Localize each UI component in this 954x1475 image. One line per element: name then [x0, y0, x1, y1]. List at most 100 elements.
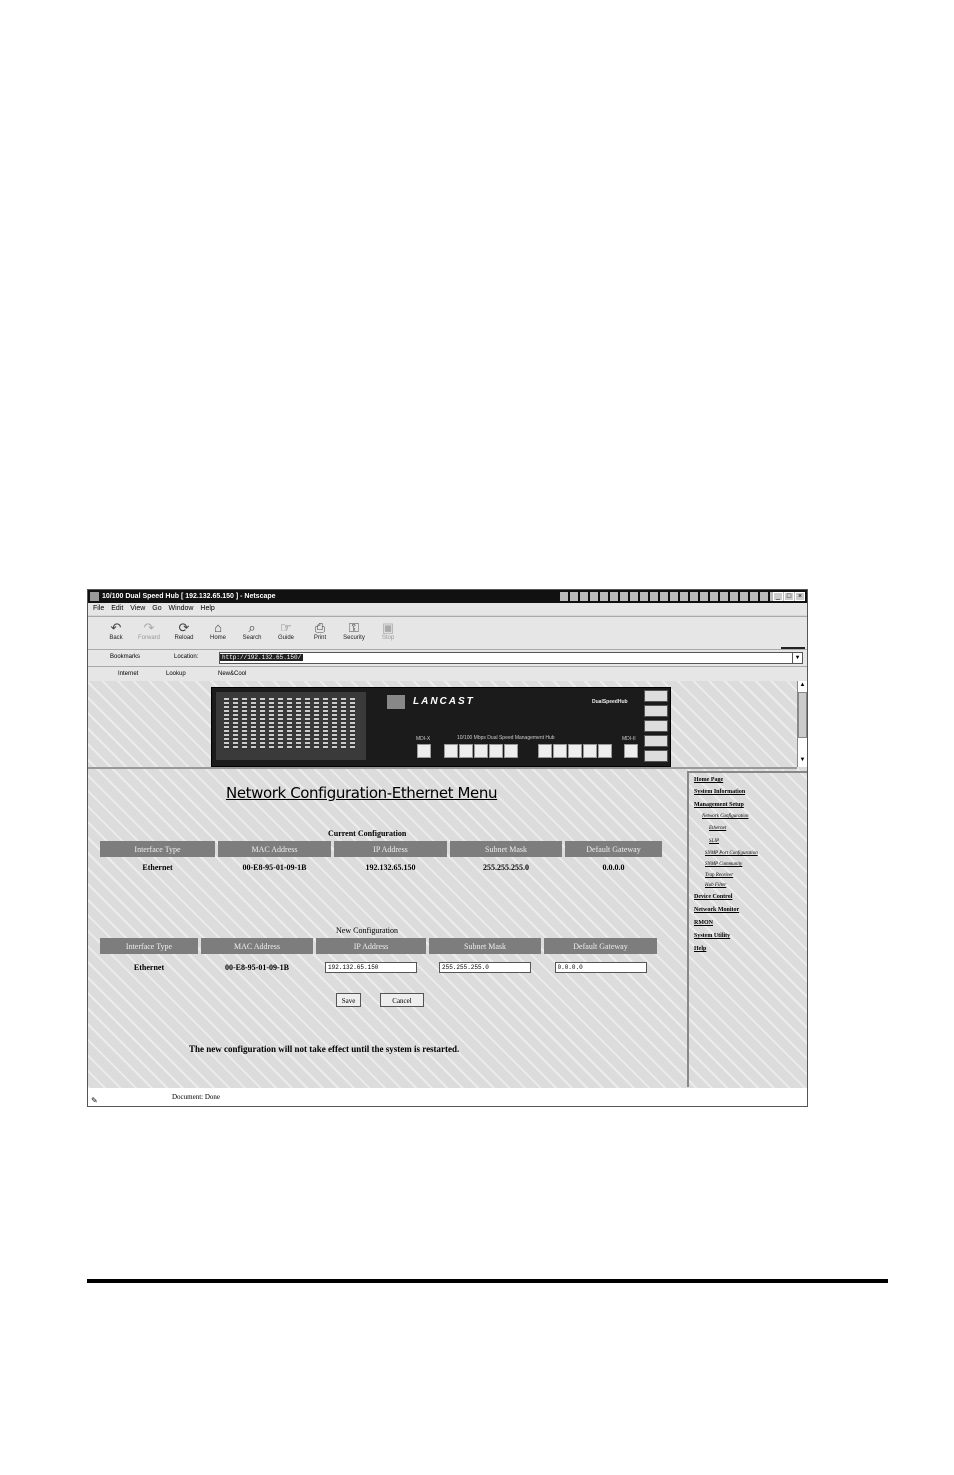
side-port-button[interactable]	[644, 735, 668, 747]
security-button[interactable]: ⚿ Security	[339, 620, 369, 641]
sidebar-menu: Home Page System Information Management …	[687, 771, 807, 1087]
directory-newcool[interactable]: New&Cool	[218, 667, 246, 681]
sidebar-item-system-utility[interactable]: System Utility	[694, 933, 730, 939]
page-rule	[87, 1279, 888, 1283]
forward-button[interactable]: ↷ Forward	[134, 620, 164, 641]
sidebar-sub-slip[interactable]: SLIP	[709, 839, 719, 844]
port	[459, 744, 473, 758]
device-banner-frame: LANCAST DualSpeedHub 10/100 Mbps Dual Sp…	[88, 681, 797, 769]
hub-front-panel-image: LANCAST DualSpeedHub 10/100 Mbps Dual Sp…	[211, 687, 671, 767]
sidebar-item-rmon[interactable]: RMON	[694, 920, 713, 926]
port-label-mdix: MDI-X	[416, 736, 431, 742]
status-text: Document: Done	[172, 1093, 221, 1101]
bookmarks-button[interactable]: Bookmarks	[110, 654, 140, 660]
sidebar-item-management-setup[interactable]: Management Setup	[694, 802, 744, 808]
sidebar-item-device-control[interactable]: Device Control	[694, 894, 732, 900]
menu-file[interactable]: File	[93, 605, 104, 612]
header-mac-address: MAC Address	[201, 938, 313, 954]
scroll-thumb[interactable]	[798, 692, 807, 738]
header-interface-type: Interface Type	[100, 938, 198, 954]
chevron-down-icon[interactable]: ▼	[792, 653, 802, 663]
minimize-button[interactable]: _	[773, 592, 783, 601]
status-bar: ✎ Document: Done	[88, 1088, 807, 1106]
close-button[interactable]: ×	[795, 592, 805, 601]
back-button[interactable]: ↶ Back	[101, 620, 131, 641]
menu-edit[interactable]: Edit	[111, 605, 123, 612]
table-header-row: Interface Type MAC Address IP Address Su…	[100, 841, 662, 857]
port-label-mdiii: MDI-II	[622, 736, 636, 742]
sidebar-sub-hub-filter[interactable]: Hub Filter	[705, 883, 726, 888]
port	[583, 744, 597, 758]
menu-window[interactable]: Window	[169, 605, 194, 612]
default-gateway-field[interactable]	[554, 961, 647, 973]
side-port-button[interactable]	[644, 705, 668, 717]
home-icon: ⌂	[214, 620, 222, 635]
header-default-gateway: Default Gateway	[544, 938, 657, 954]
port	[474, 744, 488, 758]
scroll-up-arrow[interactable]: ▲	[798, 681, 807, 690]
print-button[interactable]: ⎙ Print	[305, 620, 335, 641]
home-button[interactable]: ⌂ Home	[203, 620, 233, 641]
page-content: LANCAST DualSpeedHub 10/100 Mbps Dual Sp…	[88, 681, 807, 1088]
table-header-row: Interface Type MAC Address IP Address Su…	[100, 938, 657, 954]
current-mac-address: 00-E8-95-01-09-1B	[242, 862, 307, 872]
side-port-button[interactable]	[644, 750, 668, 762]
side-port-button[interactable]	[644, 690, 668, 702]
title-bar: 10/100 Dual Speed Hub [ 192.132.65.150 ]…	[88, 590, 807, 603]
brand-name: LANCAST	[413, 696, 475, 707]
subnet-mask-field[interactable]	[439, 961, 531, 973]
forward-icon: ↷	[143, 620, 155, 635]
sidebar-item-system-information[interactable]: System Information	[694, 789, 745, 795]
current-config-table: Interface Type MAC Address IP Address Su…	[97, 838, 665, 877]
stop-button[interactable]: ▣ Stop	[373, 620, 403, 641]
guide-icon: ☞	[280, 620, 292, 635]
port	[489, 744, 503, 758]
sidebar-sub-trap-receiver[interactable]: Trap Receiver	[705, 873, 733, 878]
new-config-table: Interface Type MAC Address IP Address Su…	[97, 935, 660, 980]
location-url: http://192.132.65.150/	[220, 654, 304, 661]
sidebar-item-help[interactable]: Help	[694, 946, 706, 952]
current-subnet-mask: 255.255.255.0	[483, 862, 529, 872]
search-icon: ⌕	[248, 620, 256, 635]
uplink-port-left	[417, 744, 431, 758]
side-port-button[interactable]	[644, 720, 668, 732]
save-button[interactable]: Save	[336, 993, 361, 1007]
sidebar-item-network-monitor[interactable]: Network Monitor	[694, 907, 739, 913]
new-config-caption: New Configuration	[336, 926, 398, 935]
menu-view[interactable]: View	[130, 605, 145, 612]
sidebar-sub-snmp-port-configuration[interactable]: SNMP Port Configuration	[705, 851, 758, 856]
ip-address-field[interactable]	[325, 961, 417, 973]
header-ip-address: IP Address	[316, 938, 426, 954]
menu-go[interactable]: Go	[152, 605, 161, 612]
reload-button[interactable]: ⟳ Reload	[169, 620, 199, 641]
header-default-gateway: Default Gateway	[565, 841, 662, 857]
menu-help[interactable]: Help	[200, 605, 214, 612]
location-label: Location:	[174, 654, 199, 660]
sidebar-sub-snmp-community[interactable]: SNMP Community	[705, 862, 742, 867]
directory-lookup[interactable]: Lookup	[166, 667, 186, 681]
location-input[interactable]: http://192.132.65.150/ ▼	[219, 652, 803, 664]
new-interface-type: Ethernet	[133, 962, 165, 972]
scroll-down-arrow[interactable]: ▼	[798, 756, 807, 765]
header-ip-address: IP Address	[334, 841, 447, 857]
header-subnet-mask: Subnet Mask	[429, 938, 541, 954]
menu-bar: File Edit View Go Window Help	[88, 603, 807, 615]
sidebar-sub-network-configuration[interactable]: Network Configuration	[702, 814, 749, 819]
security-icon: ⚿	[349, 620, 359, 635]
page-title: Network Configuration-Ethernet Menu	[226, 784, 498, 802]
sidebar-sub-ethernet[interactable]: Ethernet	[709, 826, 726, 831]
header-subnet-mask: Subnet Mask	[450, 841, 562, 857]
new-mac-address: 00-E8-95-01-09-1B	[225, 962, 289, 972]
browser-screenshot: 10/100 Dual Speed Hub [ 192.132.65.150 ]…	[87, 589, 808, 1107]
search-button[interactable]: ⌕ Search	[237, 620, 267, 641]
stop-icon: ▣	[381, 620, 395, 635]
banner-scrollbar[interactable]: ▲ ▼	[797, 681, 807, 767]
maximize-button[interactable]: □	[784, 592, 794, 601]
guide-button[interactable]: ☞ Guide	[271, 620, 301, 641]
directory-internet[interactable]: Internet	[118, 667, 138, 681]
port	[444, 744, 458, 758]
directory-bar: Internet Lookup New&Cool	[88, 666, 807, 681]
header-mac-address: MAC Address	[218, 841, 331, 857]
sidebar-item-home-page[interactable]: Home Page	[694, 777, 723, 783]
cancel-button[interactable]: Cancel	[380, 993, 424, 1007]
